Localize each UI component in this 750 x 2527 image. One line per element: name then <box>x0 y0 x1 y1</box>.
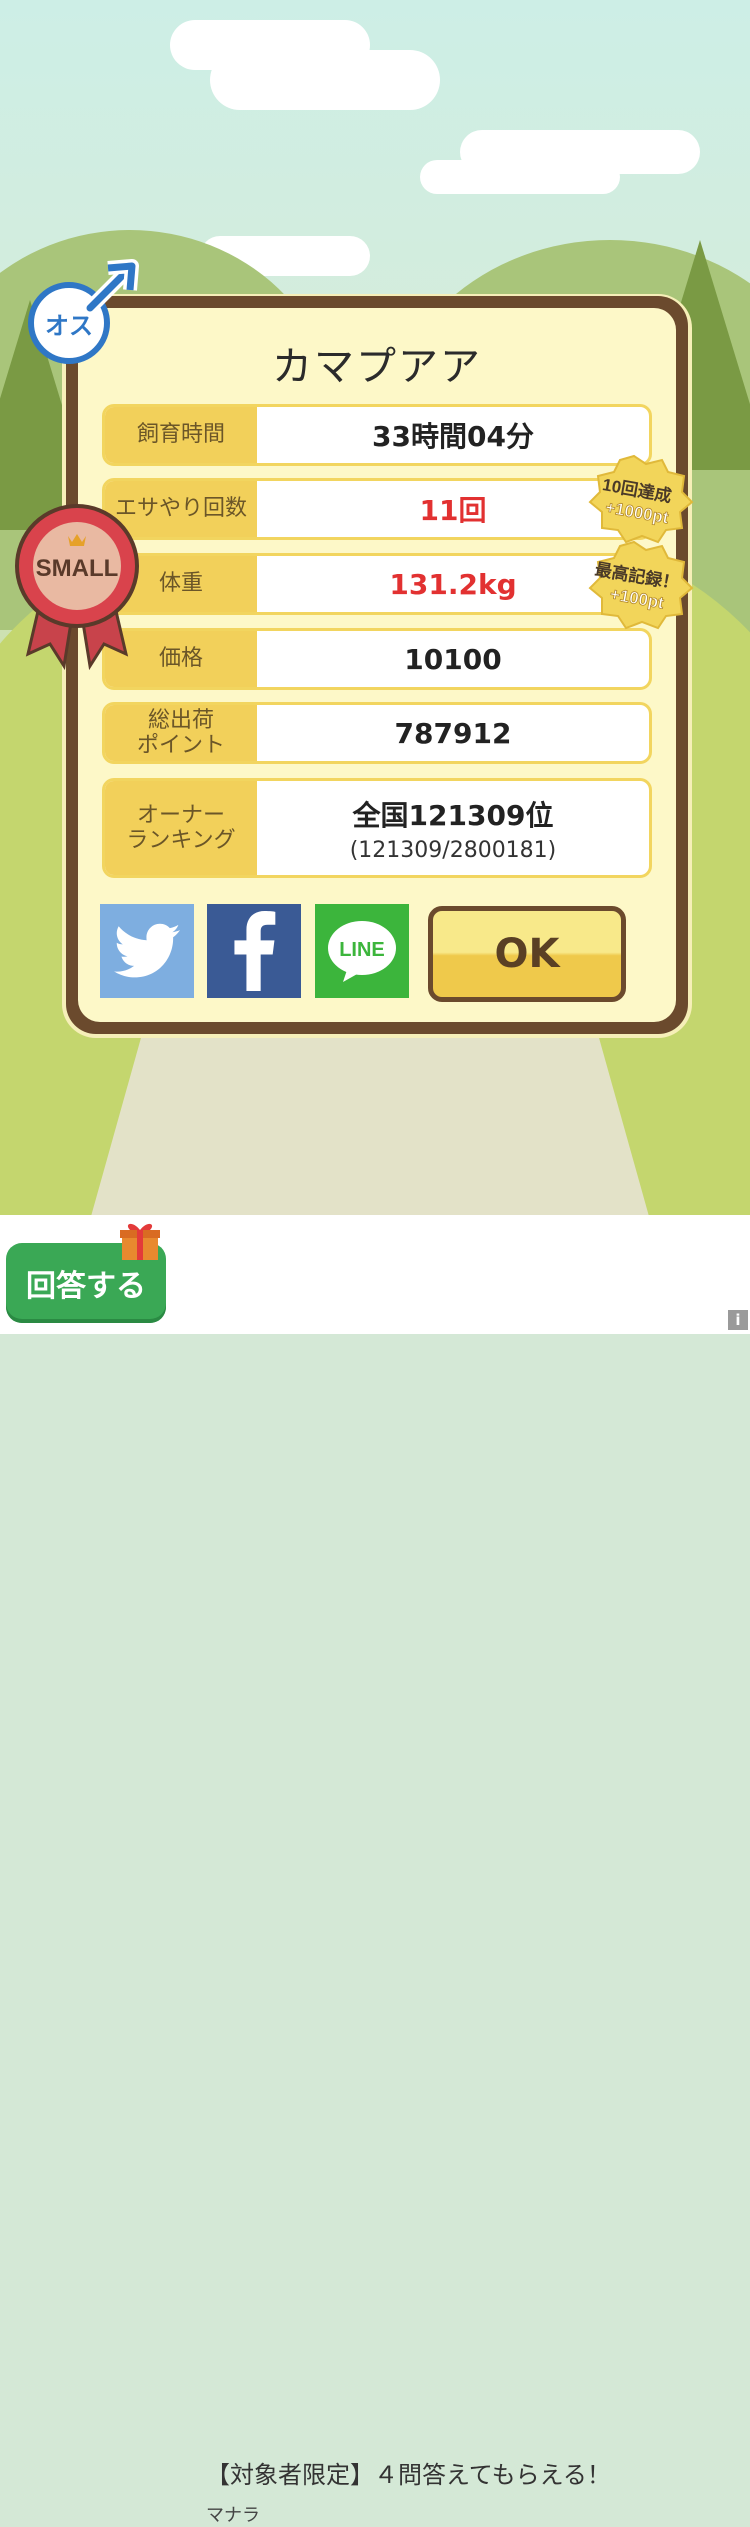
ad-sponsor: マナラ <box>206 2505 260 2526</box>
value-text: 全国121309位 <box>352 798 554 832</box>
row-label: オーナー ランキング <box>105 781 257 875</box>
value-text: 33時間04分 <box>372 420 534 453</box>
row-value: 全国121309位 (121309/2800181) <box>257 781 649 875</box>
bonus-badge-weight: 最高記録！ +100pt <box>588 540 694 630</box>
row-total-points: 総出荷 ポイント 787912 <box>102 702 652 764</box>
ad-title[interactable]: 【対象者限定】４問答えてもらえる！ <box>206 2455 611 2490</box>
row-price: 価格 10100 <box>102 628 652 690</box>
cloud <box>210 50 440 110</box>
pig-name: カマプアア <box>272 344 482 390</box>
twitter-share-button[interactable] <box>100 904 194 998</box>
value-text: 131.2kg <box>389 567 517 601</box>
row-value: 10100 <box>257 631 649 687</box>
size-ribbon-icon: SMALL <box>15 504 139 671</box>
line-icon: LINE <box>328 921 396 982</box>
cloud <box>420 160 620 194</box>
dirt-path <box>90 1020 650 1215</box>
size-label: SMALL <box>36 555 119 582</box>
value-text: 787912 <box>394 716 512 750</box>
row-owner-ranking: オーナー ランキング 全国121309位 (121309/2800181) <box>102 778 652 878</box>
row-label: 飼育時間 <box>105 407 257 463</box>
result-dialog: カマプアア 飼育時間 33時間04分 エサやり回数 11回 体重 131.2kg… <box>66 296 688 1034</box>
male-symbol-icon <box>83 259 139 315</box>
gift-icon <box>120 1223 160 1260</box>
facebook-icon <box>234 911 276 991</box>
twitter-icon <box>114 923 180 978</box>
line-share-button[interactable]: LINE <box>315 904 409 998</box>
ranking-detail: (121309/2800181) <box>349 837 557 863</box>
facebook-share-button[interactable] <box>207 904 301 998</box>
ad-banner[interactable]: 回答する 【対象者限定】４問答えてもらえる！ マナラ <box>0 1215 750 2526</box>
ad-info-icon[interactable]: i <box>728 1310 748 1330</box>
row-feed-count: エサやり回数 11回 <box>102 478 652 540</box>
row-breeding-time: 飼育時間 33時間04分 <box>102 404 652 466</box>
value-text: 10100 <box>404 642 502 676</box>
ok-button[interactable]: OK <box>428 906 626 1002</box>
row-weight: 体重 131.2kg <box>102 553 652 615</box>
bonus-badge-feed: 10回達成 +1000pt <box>588 454 694 544</box>
row-label: 総出荷 ポイント <box>105 705 257 761</box>
value-text: 11回 <box>419 494 487 527</box>
row-value: 787912 <box>257 705 649 761</box>
dialog-panel: カマプアア 飼育時間 33時間04分 エサやり回数 11回 体重 131.2kg… <box>78 308 676 1022</box>
line-text: LINE <box>339 939 385 961</box>
